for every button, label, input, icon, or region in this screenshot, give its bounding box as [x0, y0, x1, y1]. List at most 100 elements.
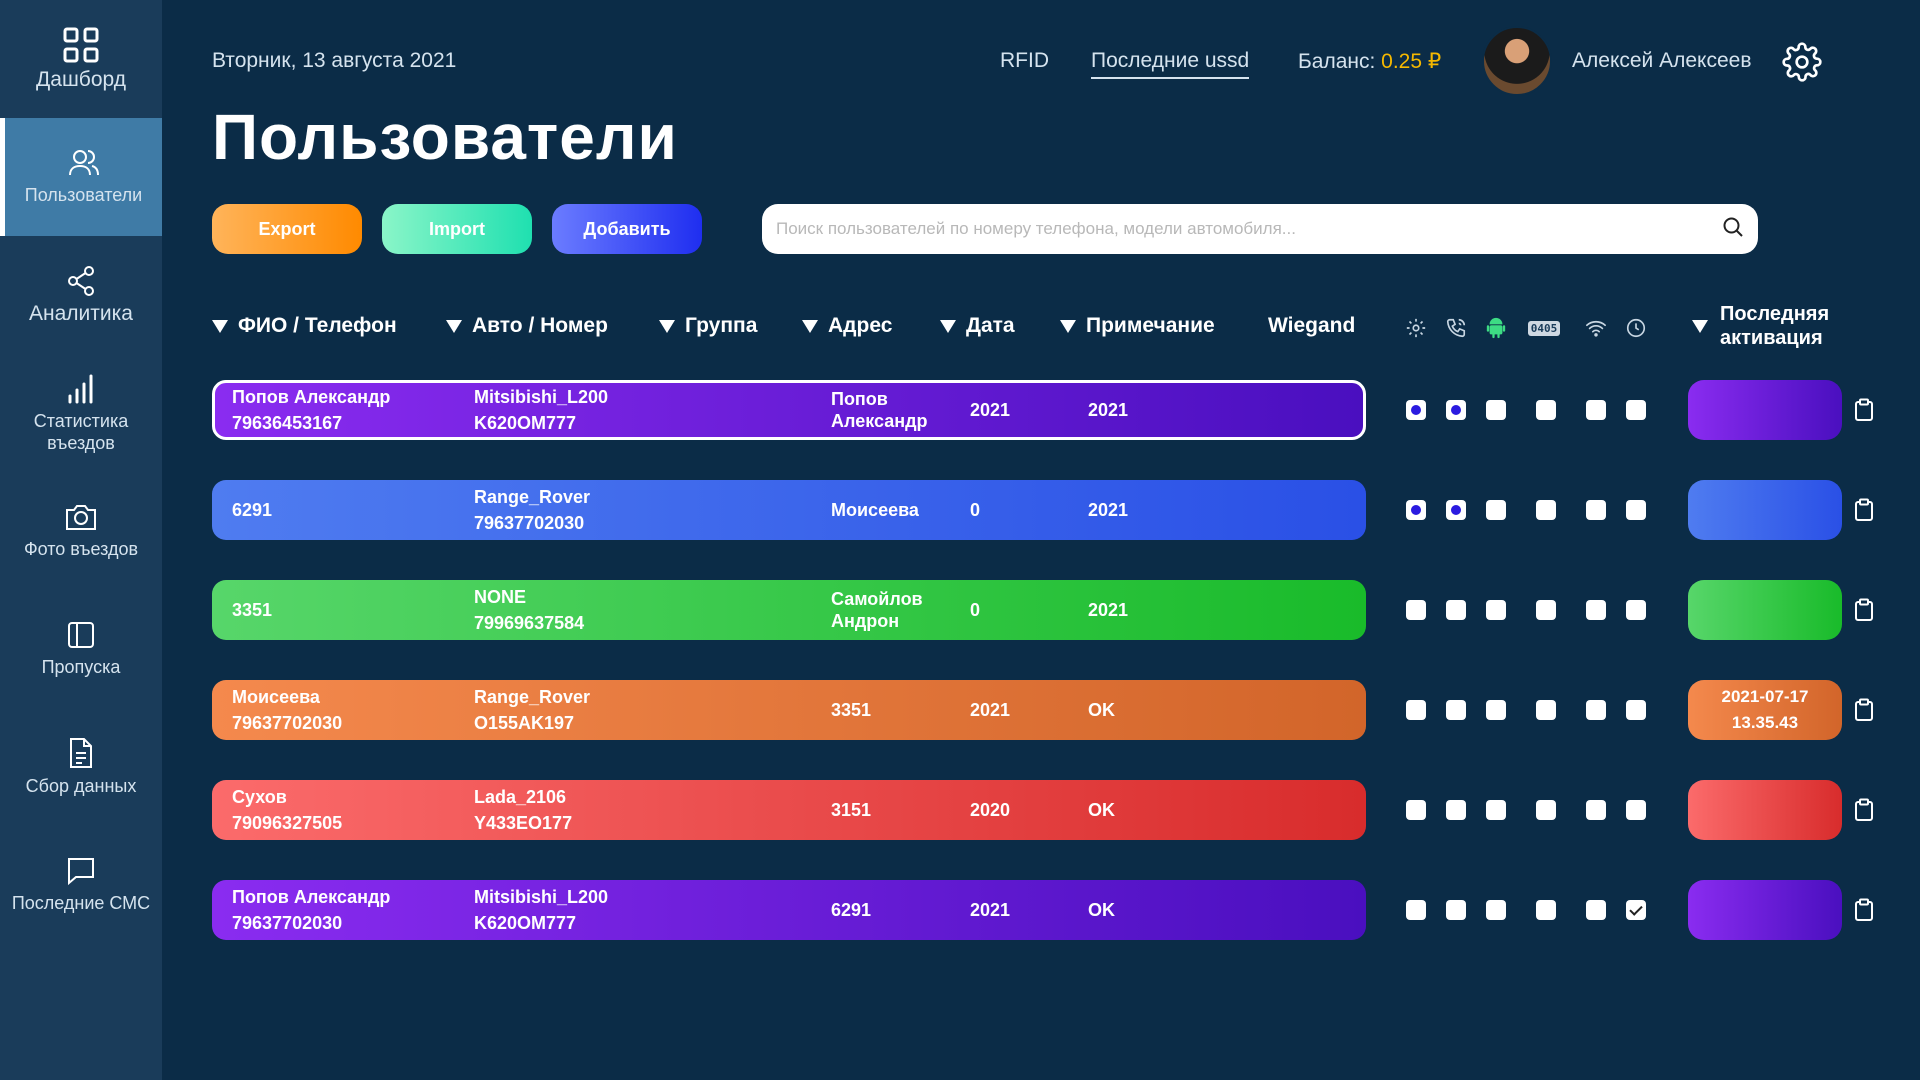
- table-row[interactable]: Попов Александр 79636453167 Mitsibishi_L20…: [212, 380, 1366, 440]
- settings-gear-icon[interactable]: [1782, 42, 1822, 87]
- clipboard-icon[interactable]: [1854, 798, 1874, 827]
- search-input[interactable]: [776, 219, 1722, 239]
- last-activation-cell[interactable]: [1688, 380, 1842, 440]
- sidebar-item-label: Аналитика: [29, 302, 133, 325]
- row-checkbox[interactable]: [1586, 700, 1606, 720]
- clipboard-icon[interactable]: [1854, 498, 1874, 527]
- row-checkbox[interactable]: [1536, 700, 1556, 720]
- sort-triangle-icon: [446, 319, 462, 333]
- row-checkbox[interactable]: [1486, 500, 1506, 520]
- row-checkbox[interactable]: [1446, 500, 1466, 520]
- table-row[interactable]: 3351 NONE 79969637584 Самойлов Андрон 0 2021: [212, 580, 1366, 640]
- column-label: Авто / Номер: [472, 314, 608, 337]
- clock-icon[interactable]: [1622, 314, 1650, 342]
- row-checkbox[interactable]: [1446, 600, 1466, 620]
- row-checkbox[interactable]: [1406, 900, 1426, 920]
- table-row[interactable]: 6291 Range_Rover 79637702030 Моисеева 0 2021: [212, 480, 1366, 540]
- sort-triangle-icon: [802, 319, 818, 333]
- row-checkbox[interactable]: [1536, 900, 1556, 920]
- avatar[interactable]: [1482, 26, 1552, 96]
- rfid-link[interactable]: RFID: [1000, 49, 1049, 73]
- row-checkbox[interactable]: [1486, 800, 1506, 820]
- last-ussd-link[interactable]: Последние ussd: [1091, 49, 1250, 79]
- row-checkbox[interactable]: [1586, 600, 1606, 620]
- row-checkbox[interactable]: [1486, 700, 1506, 720]
- sidebar-item-passes[interactable]: Пропуска: [0, 590, 162, 708]
- last-activation-cell[interactable]: [1688, 580, 1842, 640]
- row-checkbox[interactable]: [1586, 900, 1606, 920]
- row-checkbox[interactable]: [1406, 800, 1426, 820]
- user-name-cell: Моисеева: [232, 687, 320, 707]
- row-checkbox[interactable]: [1586, 800, 1606, 820]
- clipboard-icon[interactable]: [1854, 898, 1874, 927]
- last-activation-cell[interactable]: [1688, 880, 1842, 940]
- column-header-address[interactable]: Адрес: [802, 314, 892, 338]
- row-checkbox[interactable]: [1626, 600, 1646, 620]
- row-checkbox[interactable]: [1626, 700, 1646, 720]
- row-checkbox[interactable]: [1406, 700, 1426, 720]
- radio-dot-icon: [1451, 405, 1461, 415]
- wiegand-badge-icon[interactable]: 0405: [1524, 314, 1564, 342]
- row-checkbox[interactable]: [1446, 400, 1466, 420]
- row-checkbox[interactable]: [1536, 500, 1556, 520]
- grid-icon: [63, 27, 99, 63]
- row-checkbox[interactable]: [1626, 400, 1646, 420]
- sidebar-item-entry-photos[interactable]: Фото въездов: [0, 472, 162, 590]
- row-checkbox[interactable]: [1536, 600, 1556, 620]
- row-checkbox[interactable]: [1536, 400, 1556, 420]
- sidebar-item-dashboard[interactable]: Дашборд: [0, 0, 162, 118]
- row-checkbox[interactable]: [1586, 400, 1606, 420]
- row-checkbox[interactable]: [1446, 900, 1466, 920]
- column-header-name[interactable]: ФИО / Телефон: [212, 314, 397, 338]
- column-header-note[interactable]: Примечание: [1060, 314, 1215, 338]
- sidebar-item-entry-stats[interactable]: Статистика въездов: [0, 354, 162, 472]
- column-label: Последняя активация: [1720, 303, 1830, 349]
- sidebar-item-label: Пользователи: [24, 185, 143, 205]
- row-checkbox[interactable]: [1626, 500, 1646, 520]
- row-checkbox[interactable]: [1406, 500, 1426, 520]
- add-user-button[interactable]: Добавить: [552, 204, 702, 254]
- column-header-last-activation[interactable]: Последняя активация: [1692, 302, 1870, 350]
- table-row[interactable]: Попов Александр 79637702030 Mitsibishi_L20…: [212, 880, 1366, 940]
- row-checkbox[interactable]: [1486, 400, 1506, 420]
- table-row[interactable]: Сухов 79096327505 Lada_2106 Y433EO177 3151 20…: [212, 780, 1366, 840]
- row-checkbox[interactable]: [1446, 700, 1466, 720]
- clipboard-icon[interactable]: [1854, 398, 1874, 427]
- panel-icon: [66, 620, 96, 650]
- search-icon[interactable]: [1722, 216, 1744, 243]
- wifi-icon[interactable]: [1582, 314, 1610, 342]
- row-checkbox[interactable]: [1626, 900, 1646, 920]
- row-checkbox[interactable]: [1486, 600, 1506, 620]
- row-checkbox[interactable]: [1586, 500, 1606, 520]
- sidebar-item-data-collection[interactable]: Сбор данных: [0, 708, 162, 826]
- row-checkbox[interactable]: [1486, 900, 1506, 920]
- last-activation-cell[interactable]: [1688, 480, 1842, 540]
- radio-dot-icon: [1451, 505, 1461, 515]
- clipboard-icon[interactable]: [1854, 698, 1874, 727]
- row-checkbox[interactable]: [1406, 400, 1426, 420]
- android-icon[interactable]: [1482, 314, 1510, 342]
- row-checkbox[interactable]: [1536, 800, 1556, 820]
- clipboard-icon[interactable]: [1854, 598, 1874, 627]
- export-button[interactable]: Export: [212, 204, 362, 254]
- sidebar-item-analytics[interactable]: Аналитика: [0, 236, 162, 354]
- phone-icon[interactable]: [1442, 314, 1470, 342]
- table-row[interactable]: Моисеева 79637702030 Range_Rover O155AK197 3…: [212, 680, 1366, 740]
- sidebar-item-last-sms[interactable]: Последние СМС: [0, 826, 162, 944]
- car-model-cell: Range_Rover: [474, 487, 591, 507]
- settings-icon[interactable]: [1402, 314, 1430, 342]
- sidebar-item-users[interactable]: Пользователи: [0, 118, 162, 236]
- row-checkbox[interactable]: [1406, 600, 1426, 620]
- column-header-wiegand[interactable]: Wiegand: [1268, 314, 1355, 338]
- share-icon: [66, 265, 96, 297]
- column-header-date[interactable]: Дата: [940, 314, 1015, 338]
- last-activation-cell[interactable]: [1688, 780, 1842, 840]
- column-header-group[interactable]: Группа: [659, 314, 757, 338]
- user-name-cell: 6291: [232, 500, 273, 520]
- row-checkbox[interactable]: [1446, 800, 1466, 820]
- column-header-car[interactable]: Авто / Номер: [446, 314, 608, 338]
- import-button[interactable]: Import: [382, 204, 532, 254]
- user-name[interactable]: Алексей Алексеев: [1572, 49, 1751, 73]
- last-activation-cell[interactable]: 2021-07-17 13.35.43: [1688, 680, 1842, 740]
- row-checkbox[interactable]: [1626, 800, 1646, 820]
